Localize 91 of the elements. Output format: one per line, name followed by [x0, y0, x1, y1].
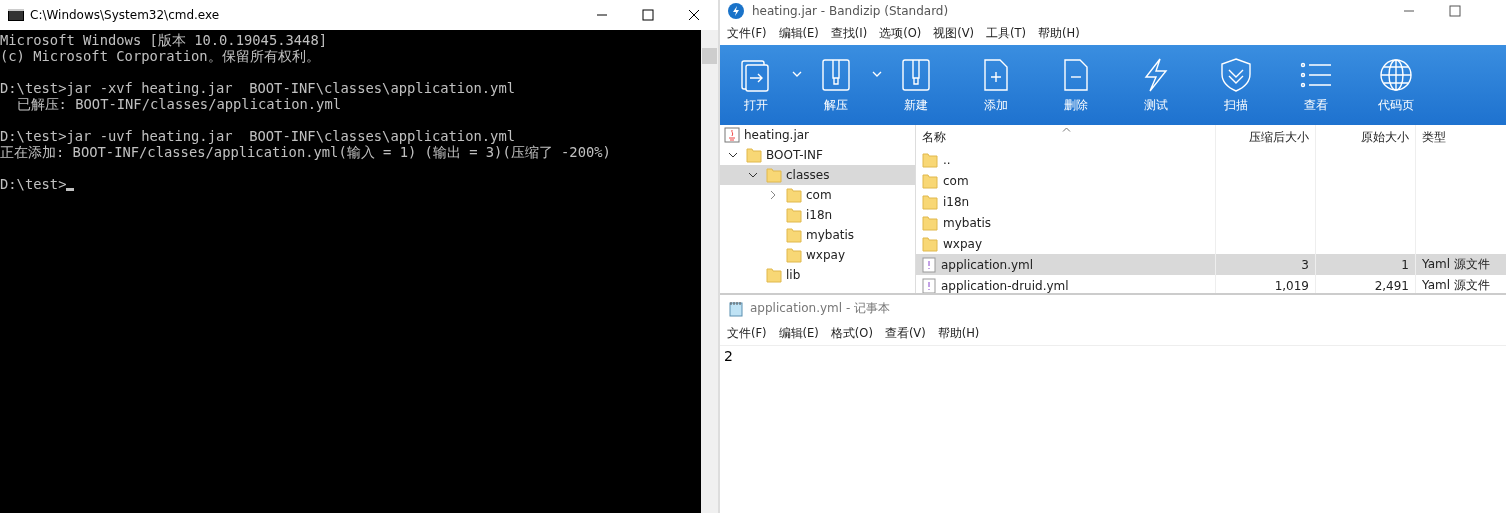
tree-item[interactable]: wxpay — [720, 245, 915, 265]
menu-item[interactable]: 帮助(H) — [937, 326, 980, 341]
console-line: D:\test> — [0, 176, 67, 192]
folder-icon — [786, 207, 802, 223]
app-icon — [728, 3, 744, 19]
chevron-icon[interactable] — [748, 170, 758, 180]
toolbar-button[interactable]: 添加 — [968, 56, 1024, 114]
tree-item[interactable]: classes — [720, 165, 915, 185]
folder-icon — [766, 267, 782, 283]
shield-icon — [1218, 56, 1254, 93]
console-line: Microsoft Windows [版本 10.0.19045.3448] — [0, 32, 328, 48]
file-row[interactable]: application-druid.yml 1,019 2,491 Yaml 源文件 — [916, 275, 1506, 293]
file-type: Yaml 源文件 — [1422, 277, 1490, 293]
menu-item[interactable]: 编辑(E) — [778, 26, 819, 41]
console-line: (c) Microsoft Corporation。保留所有权利。 — [0, 48, 320, 64]
file-name: com — [943, 173, 969, 188]
original-size: 2,491 — [1374, 278, 1409, 293]
folder-icon — [766, 167, 782, 183]
tree-item[interactable]: lib — [720, 265, 915, 285]
tree-item[interactable]: i18n — [720, 205, 915, 225]
maximize-icon[interactable] — [642, 9, 654, 21]
file-icon — [922, 277, 936, 293]
window-title: C:\Windows\System32\cmd.exe — [30, 8, 221, 22]
chevron-icon[interactable] — [728, 150, 738, 160]
file-row[interactable]: mybatis — [916, 212, 1506, 233]
menu-item[interactable]: 查看(V) — [884, 326, 926, 341]
folder-icon — [922, 151, 938, 168]
menu-item[interactable]: 查找(I) — [830, 26, 868, 41]
menu-item[interactable]: 文件(F) — [727, 26, 767, 41]
close-icon[interactable] — [688, 9, 700, 21]
packed-size: 1,019 — [1274, 278, 1309, 293]
menu-item[interactable]: 视图(V) — [933, 26, 975, 41]
column-header[interactable]: 类型 — [1416, 125, 1506, 149]
column-header[interactable]: 原始大小 — [1316, 125, 1416, 149]
packed-size: 3 — [1301, 257, 1309, 272]
file-name: application-druid.yml — [941, 278, 1069, 293]
console-line: D:\test>jar -uvf heating.jar BOOT-INF\classes\application.yml — [0, 128, 515, 144]
folder-icon — [786, 187, 802, 203]
globe-icon — [1378, 56, 1414, 93]
toolbar-button[interactable]: 查看 — [1288, 56, 1344, 114]
file-name: .. — [943, 152, 951, 167]
column-header[interactable]: 压缩后大小 — [1216, 125, 1316, 149]
file-icon — [922, 256, 936, 273]
file-row[interactable]: application.yml 3 1 Yaml 源文件 — [916, 254, 1506, 275]
console-line: D:\test>jar -xvf heating.jar BOOT-INF\classes\application.yml — [0, 80, 515, 96]
scrollbar[interactable] — [701, 30, 718, 513]
menu-item[interactable]: 格式(O) — [830, 326, 873, 341]
tree-item[interactable]: BOOT-INF — [720, 145, 915, 165]
toolbar-button[interactable]: 代码页 — [1368, 56, 1424, 114]
file-name: i18n — [943, 194, 970, 209]
menu-item[interactable]: 工具(T) — [986, 26, 1027, 41]
original-size: 1 — [1401, 257, 1409, 272]
toolbar-button[interactable]: 删除 — [1048, 56, 1104, 114]
console-line: 正在添加: BOOT-INF/classes/application.yml(输入 = 1) (输出 = 3)(压缩了 -200%) — [0, 144, 611, 160]
file-row[interactable]: .. — [916, 149, 1506, 170]
text-editor[interactable]: 2 — [720, 346, 1506, 513]
menu-item[interactable]: 帮助(H) — [1038, 26, 1080, 41]
tree-item[interactable]: com — [720, 185, 915, 205]
sort-icon — [1062, 127, 1071, 132]
folder-icon — [922, 172, 938, 189]
caret-icon — [792, 70, 802, 77]
menu-item[interactable]: 编辑(E) — [778, 326, 819, 341]
folder-icon — [786, 247, 802, 263]
folder-icon — [786, 227, 802, 243]
toolbar-button[interactable]: 打开 — [728, 56, 808, 114]
tree-item[interactable]: mybatis — [720, 225, 915, 245]
console-icon — [8, 9, 24, 21]
tree-item[interactable]: heating.jar — [720, 125, 915, 145]
folder-icon — [922, 214, 938, 231]
window-title: heating.jar - Bandizip (Standard) — [752, 4, 950, 18]
toolbar-button[interactable]: 测试 — [1128, 56, 1184, 114]
toolbar-button[interactable]: 扫描 — [1208, 56, 1264, 114]
console-line: 已解压: BOOT-INF/classes/application.yml — [15, 96, 342, 112]
file-row[interactable]: com — [916, 170, 1506, 191]
window-title: application.yml - 记事本 — [750, 300, 891, 317]
file-row[interactable]: i18n — [916, 191, 1506, 212]
folder-icon — [922, 193, 938, 210]
java-icon — [724, 127, 740, 143]
file-type: Yaml 源文件 — [1422, 256, 1490, 273]
file-name: application.yml — [941, 257, 1034, 272]
caret-icon — [872, 70, 882, 77]
toolbar-button[interactable]: 新建 — [888, 56, 944, 114]
file-name: mybatis — [943, 215, 992, 230]
file-name: wxpay — [943, 236, 982, 251]
notepad-icon — [728, 300, 744, 317]
folder-icon — [746, 147, 762, 163]
menu-item[interactable]: 选项(O) — [879, 26, 922, 41]
toolbar-button[interactable]: 解压 — [808, 56, 888, 114]
folder-icon — [922, 235, 938, 252]
menu-item[interactable]: 文件(F) — [727, 326, 767, 341]
column-header[interactable]: 名称 — [916, 125, 1216, 149]
